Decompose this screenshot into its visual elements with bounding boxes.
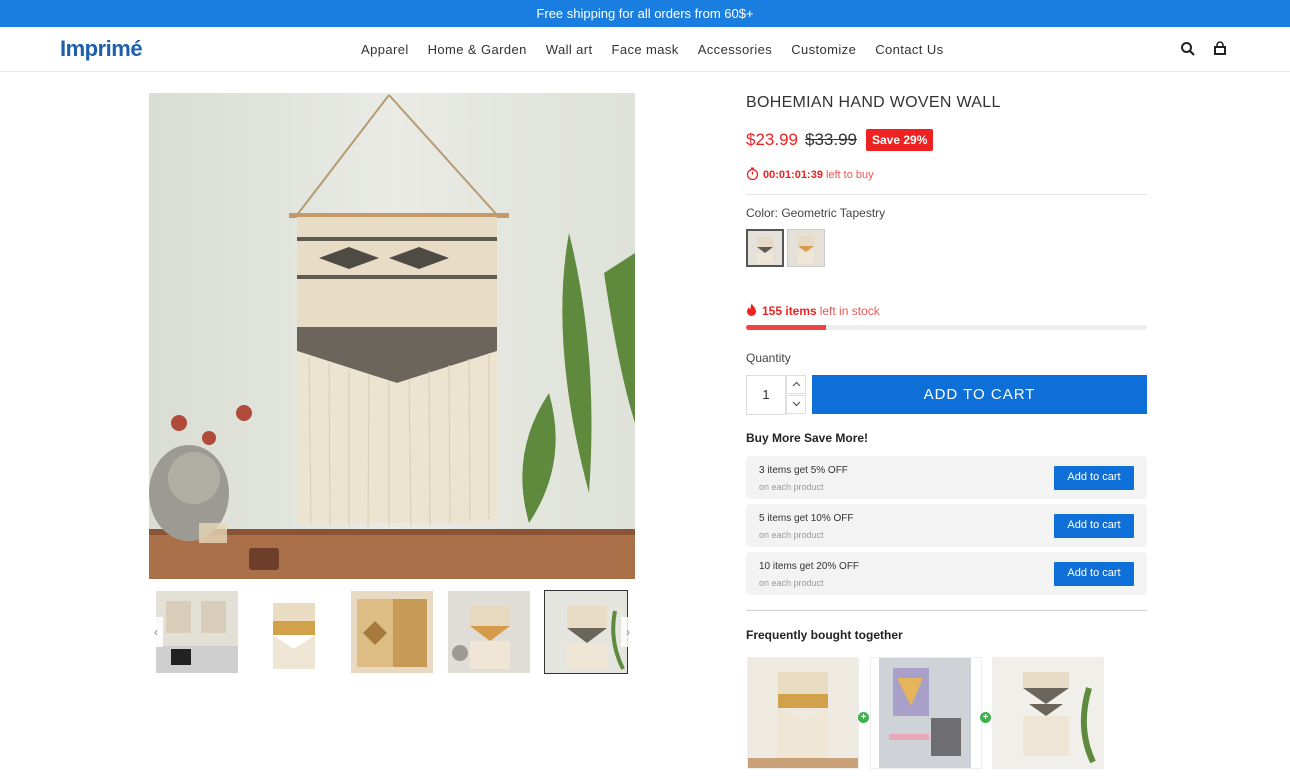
- stock-indicator: 155 items left in stock: [746, 303, 880, 319]
- countdown-suffix: left to buy: [825, 169, 874, 181]
- product-title: BOHEMIAN HAND WOVEN WALL: [746, 94, 1001, 111]
- bulk-tier: 3 items get 5% OFF on each product Add t…: [746, 456, 1147, 499]
- thumbnail-prev-arrow[interactable]: ‹: [149, 617, 163, 647]
- nav-face-mask[interactable]: Face mask: [612, 42, 679, 57]
- cart-icon[interactable]: [1212, 41, 1228, 57]
- bulk-tier: 5 items get 10% OFF on each product Add …: [746, 504, 1147, 547]
- bundle-product-2[interactable]: [870, 657, 982, 769]
- bulk-tier-sub: on each product: [759, 530, 824, 540]
- bulk-tier: 10 items get 20% OFF on each product Add…: [746, 552, 1147, 595]
- countdown-timer: 00:01:01:39 left to buy: [746, 167, 874, 183]
- divider: [746, 194, 1147, 195]
- nav-accessories[interactable]: Accessories: [698, 42, 772, 57]
- color-swatch-geometric-tapestry[interactable]: [746, 229, 784, 267]
- bulk-tier-add-button[interactable]: Add to cart: [1054, 562, 1134, 586]
- stock-progress-bar: [746, 325, 1147, 330]
- plus-icon: +: [980, 712, 991, 723]
- color-swatch-alternate[interactable]: [787, 229, 825, 267]
- bundle-product-1[interactable]: [747, 657, 859, 769]
- announcement-text: Free shipping for all orders from 60$+: [536, 6, 754, 21]
- search-icon[interactable]: [1180, 41, 1196, 57]
- thumbnail-next-arrow[interactable]: ›: [621, 617, 635, 647]
- chevron-up-icon: [792, 381, 800, 387]
- thumbnail-3[interactable]: [351, 591, 433, 673]
- stock-progress-fill: [746, 325, 827, 330]
- quantity-label: Quantity: [746, 351, 791, 365]
- site-header: Imprimé Apparel Home & Garden Wall art F…: [0, 27, 1290, 72]
- header-icons: [1180, 41, 1228, 57]
- quantity-decrease-button[interactable]: [786, 395, 806, 414]
- bulk-tier-label: 10 items get 20% OFF: [759, 561, 860, 572]
- announcement-bar: Free shipping for all orders from 60$+: [0, 0, 1290, 27]
- bulk-tier-add-button[interactable]: Add to cart: [1054, 514, 1134, 538]
- thumbnail-4[interactable]: [448, 591, 530, 673]
- thumbnail-strip: ‹ ›: [149, 590, 635, 674]
- logo[interactable]: Imprimé: [60, 36, 143, 62]
- thumbnail-2[interactable]: [253, 591, 335, 673]
- nav-apparel[interactable]: Apparel: [361, 42, 409, 57]
- nav-customize[interactable]: Customize: [791, 42, 856, 57]
- price-row: $23.99 $33.99 Save 29%: [746, 129, 934, 151]
- product-main-image[interactable]: [149, 93, 635, 579]
- bulk-discount-title: Buy More Save More!: [746, 431, 869, 445]
- save-badge: Save 29%: [866, 129, 934, 151]
- fire-icon: [746, 303, 757, 319]
- stock-suffix: left in stock: [819, 304, 880, 318]
- bulk-tier-add-button[interactable]: Add to cart: [1054, 466, 1134, 490]
- add-to-cart-button[interactable]: ADD TO CART: [812, 375, 1147, 414]
- bulk-tier-sub: on each product: [759, 482, 824, 492]
- nav-wall-art[interactable]: Wall art: [546, 42, 593, 57]
- thumbnail-5[interactable]: [544, 590, 628, 674]
- sale-price: $23.99: [746, 130, 798, 149]
- color-label: Color: Geometric Tapestry: [746, 206, 886, 220]
- divider: [746, 610, 1147, 611]
- bulk-tier-sub: on each product: [759, 578, 824, 588]
- thumbnail-1[interactable]: [156, 591, 238, 673]
- quantity-input[interactable]: 1: [746, 375, 786, 415]
- bulk-tier-label: 3 items get 5% OFF: [759, 465, 848, 476]
- nav-contact-us[interactable]: Contact Us: [875, 42, 943, 57]
- countdown-value: 00:01:01:39: [763, 169, 823, 181]
- bundle-product-3[interactable]: [992, 657, 1104, 769]
- bulk-tier-label: 5 items get 10% OFF: [759, 513, 854, 524]
- quantity-increase-button[interactable]: [786, 375, 806, 394]
- chevron-down-icon: [792, 401, 800, 407]
- nav-home-garden[interactable]: Home & Garden: [428, 42, 527, 57]
- stock-count: 155 items: [762, 304, 817, 318]
- main-nav: Apparel Home & Garden Wall art Face mask…: [361, 42, 963, 57]
- stopwatch-icon: [746, 167, 759, 183]
- frequently-bought-title: Frequently bought together: [746, 628, 903, 642]
- original-price: $33.99: [805, 130, 857, 149]
- plus-icon: +: [858, 712, 869, 723]
